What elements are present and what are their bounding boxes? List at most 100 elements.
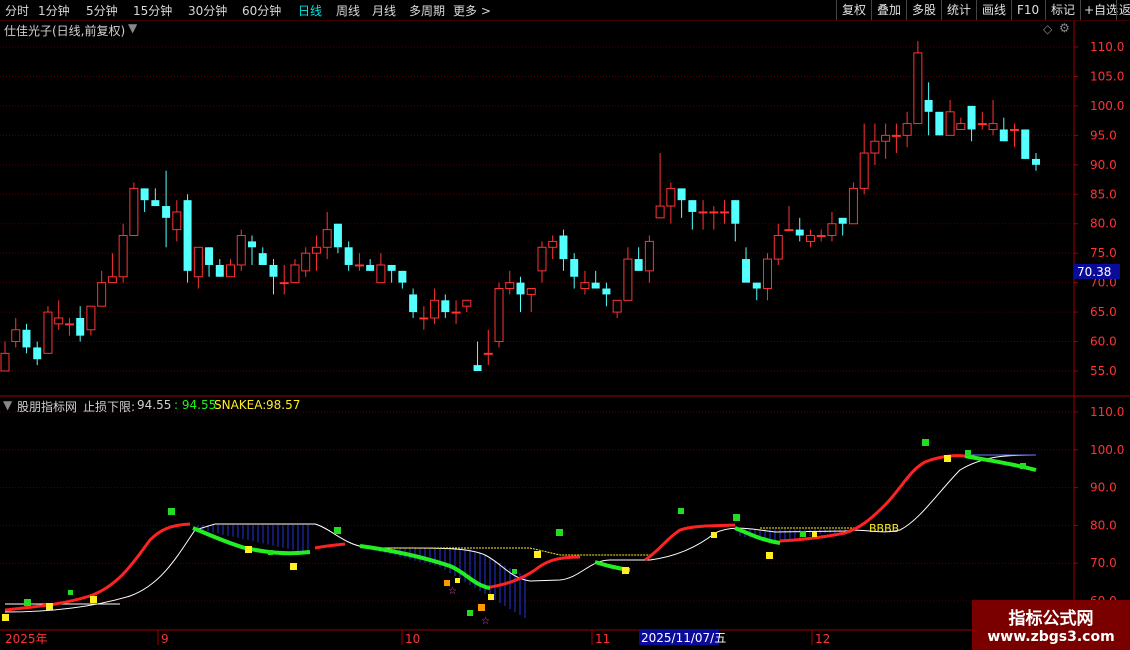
indicator-tick-label: 100.0: [1090, 443, 1124, 457]
price-tick-label: 100.0: [1090, 99, 1124, 113]
candle: [151, 188, 160, 207]
signal-marker: [556, 529, 563, 536]
candle: [226, 259, 236, 278]
candle: [731, 200, 740, 242]
candle: [33, 341, 42, 366]
gear-icon[interactable]: ⚙: [1059, 21, 1070, 35]
watermark-url: www.zbgs3.com: [987, 629, 1115, 645]
candle: [945, 100, 955, 136]
candle: [0, 341, 10, 372]
candle: [763, 253, 773, 301]
candle: [827, 211, 837, 242]
candle: [881, 123, 891, 159]
candle-body: [205, 247, 214, 265]
candle: [526, 288, 536, 313]
trend-down-4: [734, 526, 781, 545]
indicator-name: 股朋指标网: [17, 400, 78, 414]
price-tick-label: 65.0: [1090, 305, 1117, 319]
candle-body: [999, 129, 1008, 142]
watermark-title: 指标公式网: [1008, 609, 1094, 629]
candle-body: [441, 300, 450, 313]
signal-marker: [268, 550, 273, 555]
candle: [742, 247, 751, 283]
candle: [279, 264, 289, 295]
candle: [344, 241, 353, 271]
candle-body: [644, 240, 654, 272]
candle-body: [827, 223, 837, 237]
candle: [86, 305, 96, 336]
signal-bar: [488, 594, 494, 600]
candle-body: [881, 134, 891, 142]
candle: [752, 282, 761, 301]
candle: [505, 270, 515, 295]
price-tick-label: 80.0: [1090, 217, 1117, 231]
candle: [236, 229, 246, 271]
candle-body: [698, 211, 708, 214]
candle: [805, 229, 815, 248]
candle-body: [516, 282, 525, 295]
candle: [258, 247, 267, 265]
candle-body: [870, 140, 880, 154]
indicator-tick-label: 90.0: [1090, 481, 1117, 495]
candle-body: [301, 252, 311, 272]
candle: [773, 223, 783, 265]
candle-body: [773, 235, 783, 260]
candle-body: [763, 258, 773, 290]
stop-label: 止损下限:: [83, 400, 136, 414]
candle-body: [451, 311, 461, 314]
candle: [720, 200, 730, 224]
candle-body: [752, 282, 761, 289]
candle-body: [430, 299, 440, 319]
candle-body: [859, 152, 869, 189]
candle-body: [548, 240, 558, 248]
signal-bar: [478, 604, 485, 611]
candle: [483, 329, 493, 366]
candle-body: [913, 52, 923, 125]
candle-body: [848, 187, 858, 225]
candle: [54, 300, 64, 330]
price-tick-label: 95.0: [1090, 128, 1117, 142]
candle: [816, 229, 826, 242]
candle-body: [580, 282, 590, 290]
candle: [537, 241, 547, 283]
candle: [655, 153, 665, 219]
indicator-menu-icon[interactable]: ▼: [3, 398, 12, 412]
trend-up-2: [314, 542, 346, 550]
candle-body: [891, 134, 901, 137]
cursor-date-label: 2025/11/07/五: [641, 631, 726, 645]
candle: [913, 41, 923, 125]
candle-body: [612, 299, 622, 313]
candle-body: [655, 205, 665, 219]
candle: [870, 123, 880, 165]
candle-body: [977, 123, 987, 126]
diamond-icon[interactable]: ◇: [1043, 22, 1052, 36]
candle-body: [172, 211, 182, 231]
bbbb-annotation: BBBB: [869, 522, 899, 535]
candle-body: [1032, 158, 1040, 165]
candle-body: [248, 241, 257, 248]
candle-body: [344, 247, 353, 265]
chart-canvas[interactable]: 110.0 105.0 100.0 95.0 90.0 85.0 80.0 75.0 70.0 6…: [0, 0, 1130, 650]
candle-body: [162, 206, 171, 218]
candle-body: [784, 229, 794, 232]
candle: [967, 105, 976, 142]
candle: [451, 300, 461, 324]
candle-body: [795, 229, 804, 236]
candle: [516, 276, 525, 313]
indicator-tick-label: 110.0: [1090, 405, 1124, 419]
candle: [677, 188, 686, 218]
chevron-down-icon[interactable]: ▼: [128, 21, 137, 35]
candle-body: [559, 235, 568, 260]
candle-body: [720, 211, 730, 214]
candle-body: [140, 188, 149, 201]
candle: [859, 123, 869, 195]
indicator-axis: 110.0100.090.080.070.060.0: [1074, 405, 1124, 608]
candle: [354, 253, 364, 271]
candle-body: [1021, 129, 1030, 159]
candle: [666, 182, 676, 224]
candle-body: [258, 253, 267, 265]
signal-marker: [766, 552, 773, 559]
candle: [311, 235, 321, 271]
candle: [494, 282, 504, 348]
candle: [333, 223, 342, 254]
